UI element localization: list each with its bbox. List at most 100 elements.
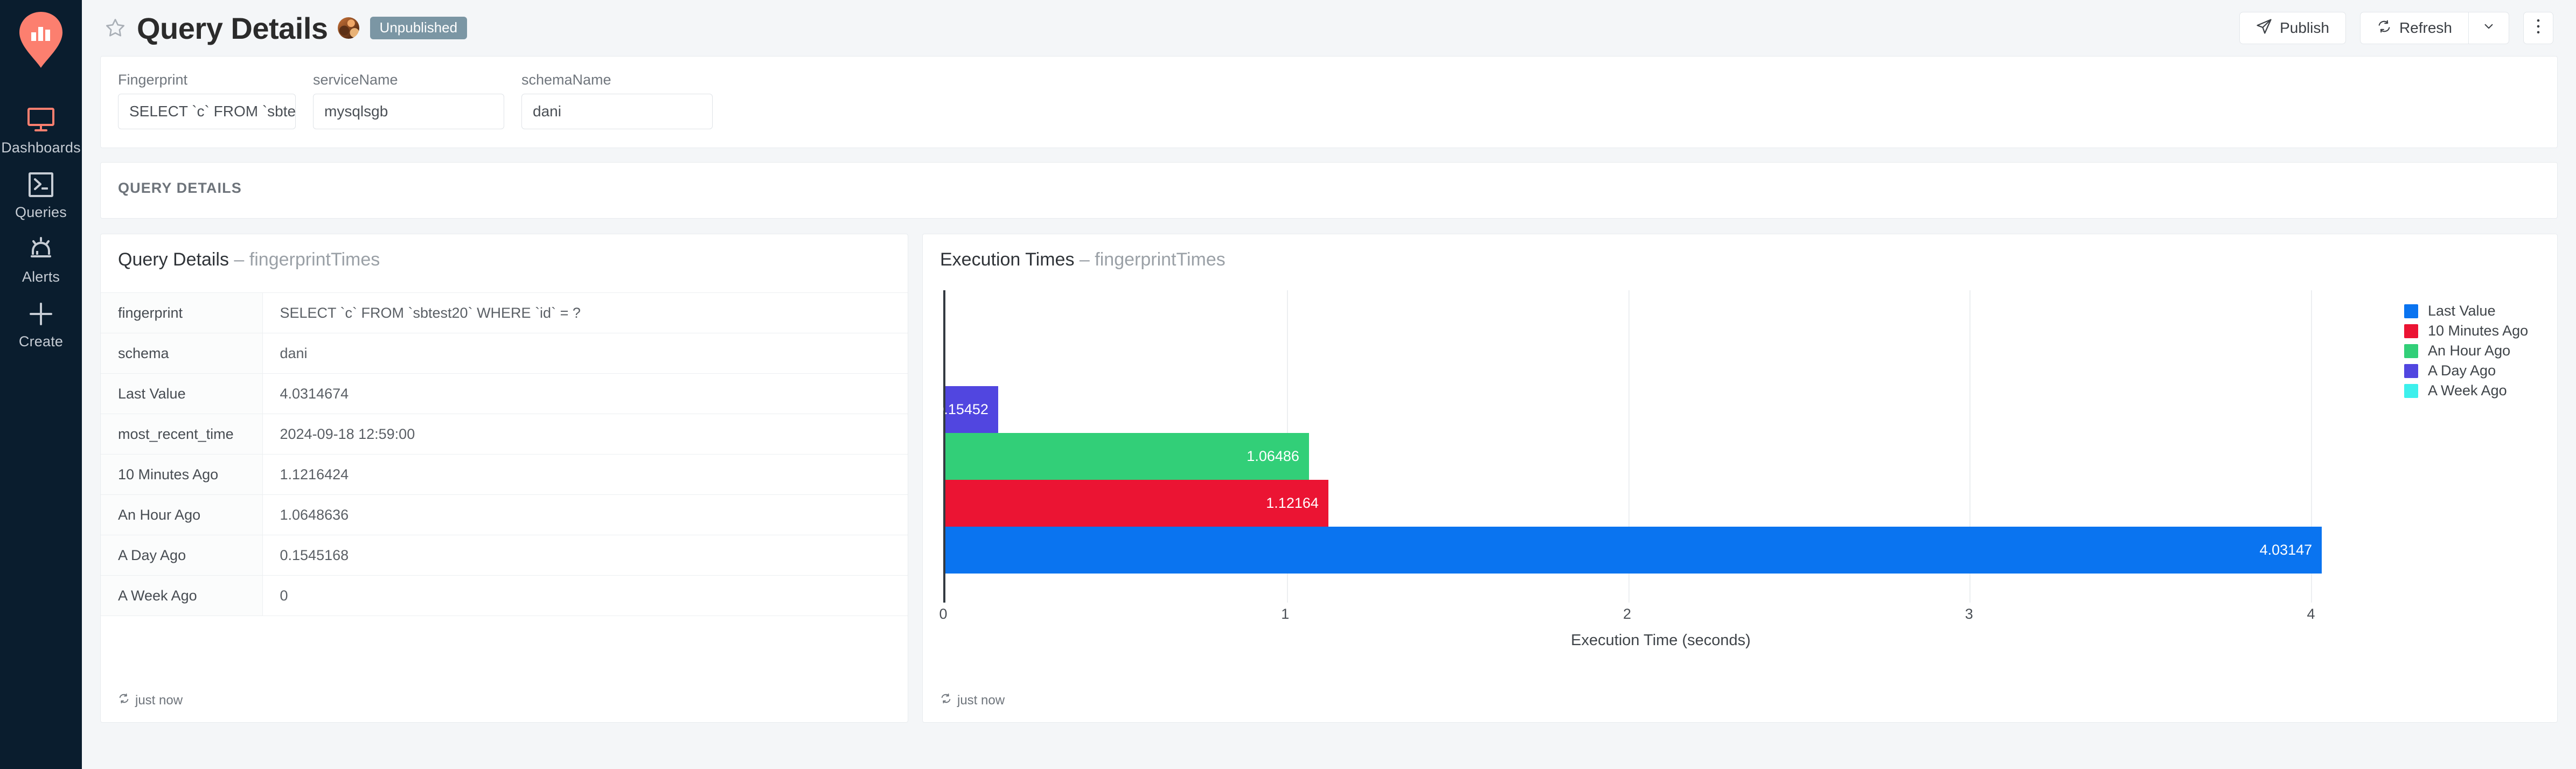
sidebar-item-label: Create xyxy=(18,333,64,349)
table-row: fingerprint SELECT `c` FROM `sbtest20` W… xyxy=(101,292,908,333)
bar-10-minutes-ago[interactable]: 1.12164 xyxy=(945,480,1328,527)
filter-servicename: serviceName mysqlsgb xyxy=(313,73,504,129)
x-axis-tick: 4 xyxy=(2307,606,2315,622)
last-updated-text: just now xyxy=(957,693,1005,708)
refresh-split-button: Refresh xyxy=(2359,12,2509,44)
panel-title-main: Execution Times xyxy=(940,249,1075,270)
status-badge: Unpublished xyxy=(370,17,468,39)
panel-footer: just now xyxy=(923,693,2557,722)
bar-chart-pin-logo[interactable] xyxy=(18,12,64,68)
bar-last-value[interactable]: 4.03147 xyxy=(945,527,2322,574)
legend-swatch-icon xyxy=(2404,383,2418,398)
panel-title-separator: – xyxy=(1079,249,1090,270)
sidebar-item-queries[interactable]: Queries xyxy=(0,160,82,225)
refresh-button[interactable]: Refresh xyxy=(2359,12,2469,44)
panel-title: Query Details – fingerprintTimes xyxy=(118,250,890,269)
kebab-menu-icon xyxy=(2536,18,2541,38)
table-row: most_recent_time 2024-09-18 12:59:00 xyxy=(101,414,908,455)
table-row: schema dani xyxy=(101,333,908,374)
panel-title: Execution Times – fingerprintTimes xyxy=(940,250,2540,269)
legend-label: Last Value xyxy=(2428,303,2496,319)
legend-item[interactable]: A Week Ago xyxy=(2404,381,2541,401)
table-row: A Week Ago 0 xyxy=(101,575,908,616)
panel-title-subtitle: fingerprintTimes xyxy=(1095,249,1226,270)
legend-swatch-icon xyxy=(2404,363,2418,378)
row-key: Last Value xyxy=(101,373,263,414)
sidebar-item-alerts[interactable]: Alerts xyxy=(0,225,82,290)
legend-item[interactable]: 10 Minutes Ago xyxy=(2404,321,2541,341)
page-title: Query Details xyxy=(137,11,328,45)
last-updated-text: just now xyxy=(135,693,183,708)
fingerprint-input[interactable]: SELECT `c` FROM `sbte xyxy=(118,94,296,129)
topbar: Query Details Unpublished Publish Refres… xyxy=(82,0,2576,56)
plus-icon xyxy=(29,298,53,330)
paper-plane-icon xyxy=(2256,18,2272,38)
panel-footer: just now xyxy=(101,693,908,722)
filter-label: serviceName xyxy=(313,72,398,88)
row-key: most_recent_time xyxy=(101,414,263,455)
x-axis-tick: 2 xyxy=(1623,606,1632,622)
siren-icon xyxy=(27,234,54,265)
more-options-button[interactable] xyxy=(2523,12,2553,44)
star-outline-icon[interactable] xyxy=(100,13,130,43)
section-title: QUERY DETAILS xyxy=(118,180,242,196)
schemaname-input[interactable]: dani xyxy=(521,94,713,129)
sidebar: Dashboards Queries Alerts Create xyxy=(0,0,82,769)
legend-swatch-icon xyxy=(2404,344,2418,358)
refresh-dropdown-button[interactable] xyxy=(2469,12,2509,44)
legend-label: 10 Minutes Ago xyxy=(2428,323,2529,339)
x-axis: 0 1 2 3 4 xyxy=(939,603,2379,627)
x-axis-tick: 3 xyxy=(1965,606,1973,622)
row-key: schema xyxy=(101,333,263,374)
query-details-table: fingerprint SELECT `c` FROM `sbtest20` W… xyxy=(101,292,908,616)
panel-title-separator: – xyxy=(234,249,245,270)
filter-schemaname: schemaName dani xyxy=(521,73,713,129)
row-value: dani xyxy=(280,345,308,361)
logo-svg xyxy=(19,12,62,68)
sidebar-item-label: Queries xyxy=(15,204,67,220)
panel-header: Execution Times – fingerprintTimes xyxy=(923,234,2557,269)
publish-button[interactable]: Publish xyxy=(2239,12,2346,44)
panel-title-subtitle: fingerprintTimes xyxy=(249,249,380,270)
row-value: SELECT `c` FROM `sbtest20` WHERE `id` = … xyxy=(280,304,581,321)
row-value: 2024-09-18 12:59:00 xyxy=(280,425,415,442)
chart-container: 0.15452 1.06486 1.12164 4.03147 0 1 2 3 4 Execu… xyxy=(923,269,2557,693)
row-key: 10 Minutes Ago xyxy=(101,454,263,495)
legend-item[interactable]: An Hour Ago xyxy=(2404,341,2541,361)
legend-item[interactable]: Last Value xyxy=(2404,301,2541,321)
bars-group: 0.15452 1.06486 1.12164 4.03147 xyxy=(936,386,2379,574)
terminal-icon xyxy=(29,169,53,200)
refresh-icon xyxy=(118,693,130,708)
x-axis-tick: 1 xyxy=(1281,606,1290,622)
row-key: An Hour Ago xyxy=(101,494,263,535)
topbar-actions: Publish Refresh xyxy=(2239,12,2553,44)
table-row: A Day Ago 0.1545168 xyxy=(101,535,908,576)
row-key: A Week Ago xyxy=(101,575,263,616)
planet-emoji xyxy=(337,17,359,39)
row-value: 1.0648636 xyxy=(280,506,349,523)
query-details-panel: Query Details – fingerprintTimes fingerp… xyxy=(100,234,908,723)
sidebar-item-create[interactable]: Create xyxy=(0,290,82,354)
bar-an-hour-ago[interactable]: 1.06486 xyxy=(945,433,1309,480)
publish-button-label: Publish xyxy=(2280,19,2329,36)
x-axis-tick: 0 xyxy=(939,606,948,622)
sidebar-item-label: Dashboards xyxy=(1,139,81,156)
bar-a-day-ago[interactable]: 0.15452 xyxy=(936,386,998,433)
panels-row: Query Details – fingerprintTimes fingerp… xyxy=(100,234,2558,723)
row-value: 0.1545168 xyxy=(280,547,349,563)
legend-item[interactable]: A Day Ago xyxy=(2404,361,2541,381)
sidebar-item-label: Alerts xyxy=(22,269,60,285)
filters-card: Fingerprint SELECT `c` FROM `sbte servic… xyxy=(100,56,2558,148)
panel-header: Query Details – fingerprintTimes xyxy=(101,234,908,269)
row-value: 1.1216424 xyxy=(280,466,349,483)
sidebar-item-dashboards[interactable]: Dashboards xyxy=(0,96,82,160)
servicename-input[interactable]: mysqlsgb xyxy=(313,94,504,129)
legend-swatch-icon xyxy=(2404,304,2418,318)
monitor-icon xyxy=(27,104,55,136)
legend-label: A Week Ago xyxy=(2428,382,2507,399)
refresh-icon xyxy=(2377,19,2392,38)
filter-fingerprint: Fingerprint SELECT `c` FROM `sbte xyxy=(118,73,296,129)
table-row: 10 Minutes Ago 1.1216424 xyxy=(101,454,908,495)
chart-plot-area: 0.15452 1.06486 1.12164 4.03147 0 1 2 3 4 Execu… xyxy=(936,290,2379,693)
main-content: Query Details Unpublished Publish Refres… xyxy=(82,0,2576,769)
